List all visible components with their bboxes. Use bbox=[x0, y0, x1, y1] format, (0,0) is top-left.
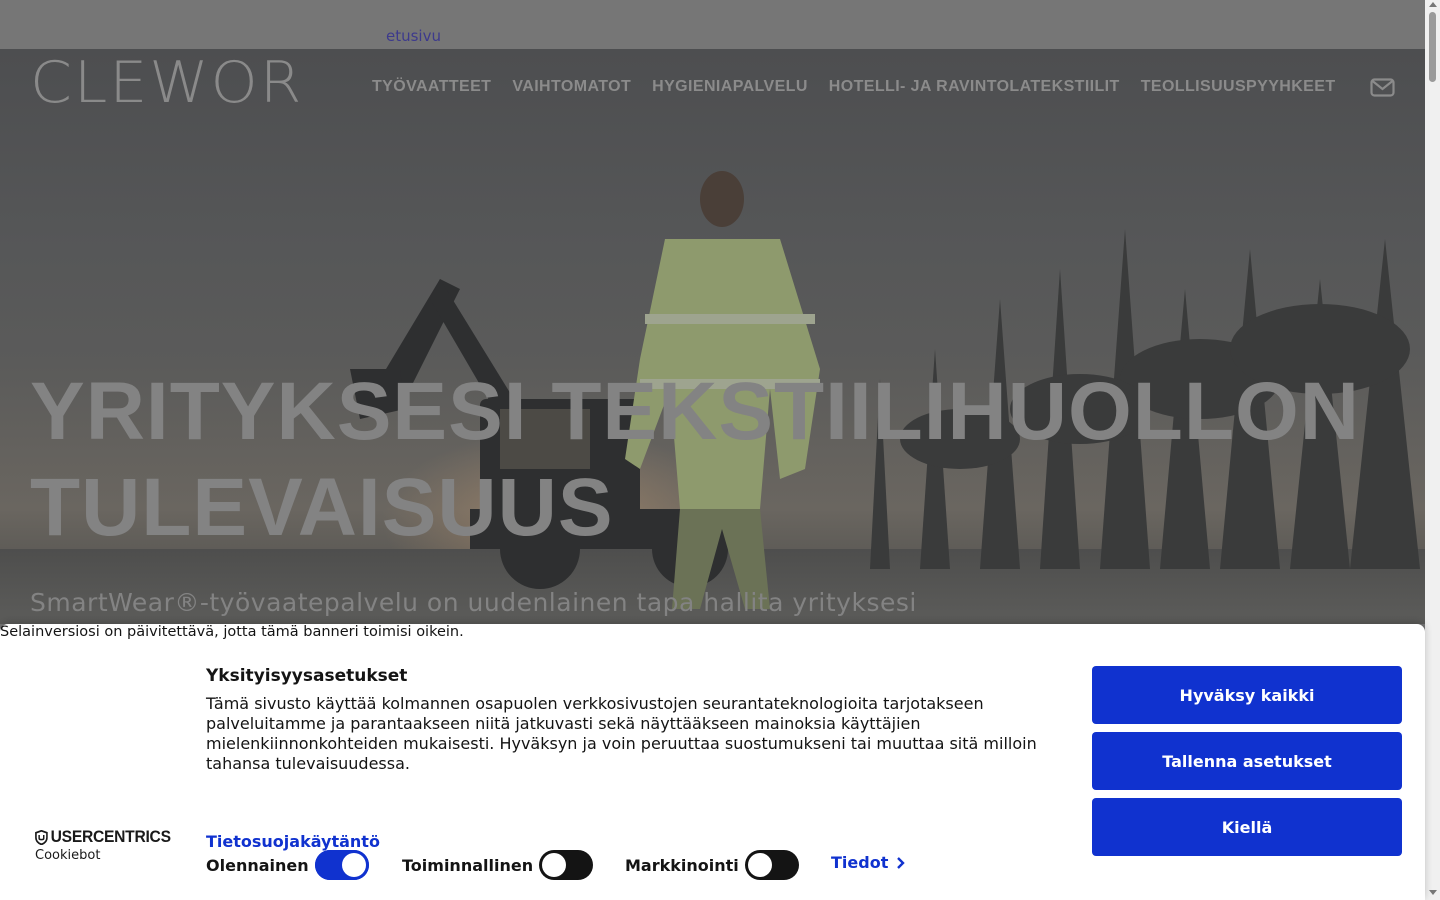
chevron-right-icon bbox=[897, 856, 906, 869]
hero-headline: YRITYKSESI TEKSTIILIHUOLLON TULEVAISUUS bbox=[30, 364, 1360, 556]
scrollbar-thumb[interactable] bbox=[1429, 12, 1436, 82]
scroll-up-arrow-icon[interactable] bbox=[1429, 2, 1437, 7]
toggle-essential[interactable] bbox=[314, 850, 369, 880]
nav-item-hygieniapalvelu[interactable]: HYGIENIAPALVELU bbox=[652, 78, 808, 96]
cookiebot-text: Cookiebot bbox=[35, 848, 101, 863]
hero-subtitle: SmartWear®-työvaatepalvelu on uudenlaine… bbox=[30, 588, 917, 617]
consent-title: Yksityisyysasetukset bbox=[206, 666, 408, 686]
hero-headline-line1: YRITYKSESI TEKSTIILIHUOLLON bbox=[30, 366, 1360, 457]
shield-icon bbox=[35, 829, 48, 845]
hero-headline-line2: TULEVAISUUS bbox=[30, 462, 614, 553]
main-nav: TYÖVAATTEET VAIHTOMATOT HYGIENIAPALVELU … bbox=[372, 78, 1336, 96]
cookie-consent-banner: Selainversiosi on päivitettävä, jotta tä… bbox=[0, 624, 1425, 900]
nav-item-tyovaatteet[interactable]: TYÖVAATTEET bbox=[372, 78, 491, 96]
privacy-policy-link[interactable]: Tietosuojakäytäntö bbox=[206, 832, 380, 851]
toggle-marketing[interactable] bbox=[744, 850, 799, 880]
toggle-group-functional: Toiminnallinen bbox=[402, 850, 594, 880]
toggle-group-marketing: Markkinointi bbox=[625, 850, 799, 880]
deny-button[interactable]: Kiellä bbox=[1092, 798, 1402, 856]
brand-logo[interactable]: CLEWOR bbox=[30, 53, 303, 113]
toggle-group-essential: Olennainen bbox=[206, 850, 369, 880]
toggle-functional[interactable] bbox=[539, 850, 594, 880]
page-scrollbar[interactable] bbox=[1425, 0, 1440, 900]
toggle-label-essential: Olennainen bbox=[206, 855, 309, 875]
toggle-label-marketing: Markkinointi bbox=[625, 855, 739, 875]
save-settings-button[interactable]: Tallenna asetukset bbox=[1092, 732, 1402, 790]
nav-item-vaihtomatot[interactable]: VAIHTOMATOT bbox=[512, 78, 631, 96]
toggle-label-functional: Toiminnallinen bbox=[402, 855, 534, 875]
hero-section: CLEWOR TYÖVAATTEET VAIHTOMATOT HYGIENIAP… bbox=[0, 49, 1425, 624]
mail-icon[interactable] bbox=[1370, 78, 1395, 97]
browser-update-notice: Selainversiosi on päivitettävä, jotta tä… bbox=[0, 624, 464, 640]
usercentrics-brand-text: USERCENTRICS bbox=[50, 827, 171, 846]
details-link[interactable]: Tiedot bbox=[831, 853, 906, 872]
breadcrumb-home-link[interactable]: etusivu bbox=[386, 27, 441, 45]
consent-buttons: Hyväksy kaikki Tallenna asetukset Kiellä bbox=[1092, 666, 1402, 864]
accept-all-button[interactable]: Hyväksy kaikki bbox=[1092, 666, 1402, 724]
nav-item-hotelli-ravintolatekstiilit[interactable]: HOTELLI- JA RAVINTOLATEKSTIILIT bbox=[829, 78, 1120, 96]
nav-item-teollisuuspyyhkeet[interactable]: TEOLLISUUSPYYHKEET bbox=[1141, 78, 1336, 96]
top-strip: etusivu bbox=[0, 0, 1425, 49]
scroll-down-arrow-icon[interactable] bbox=[1429, 890, 1437, 895]
consent-body-text: Tämä sivusto käyttää kolmannen osapuolen… bbox=[206, 694, 1037, 773]
usercentrics-logo[interactable]: USERCENTRICS Cookiebot bbox=[35, 827, 183, 863]
